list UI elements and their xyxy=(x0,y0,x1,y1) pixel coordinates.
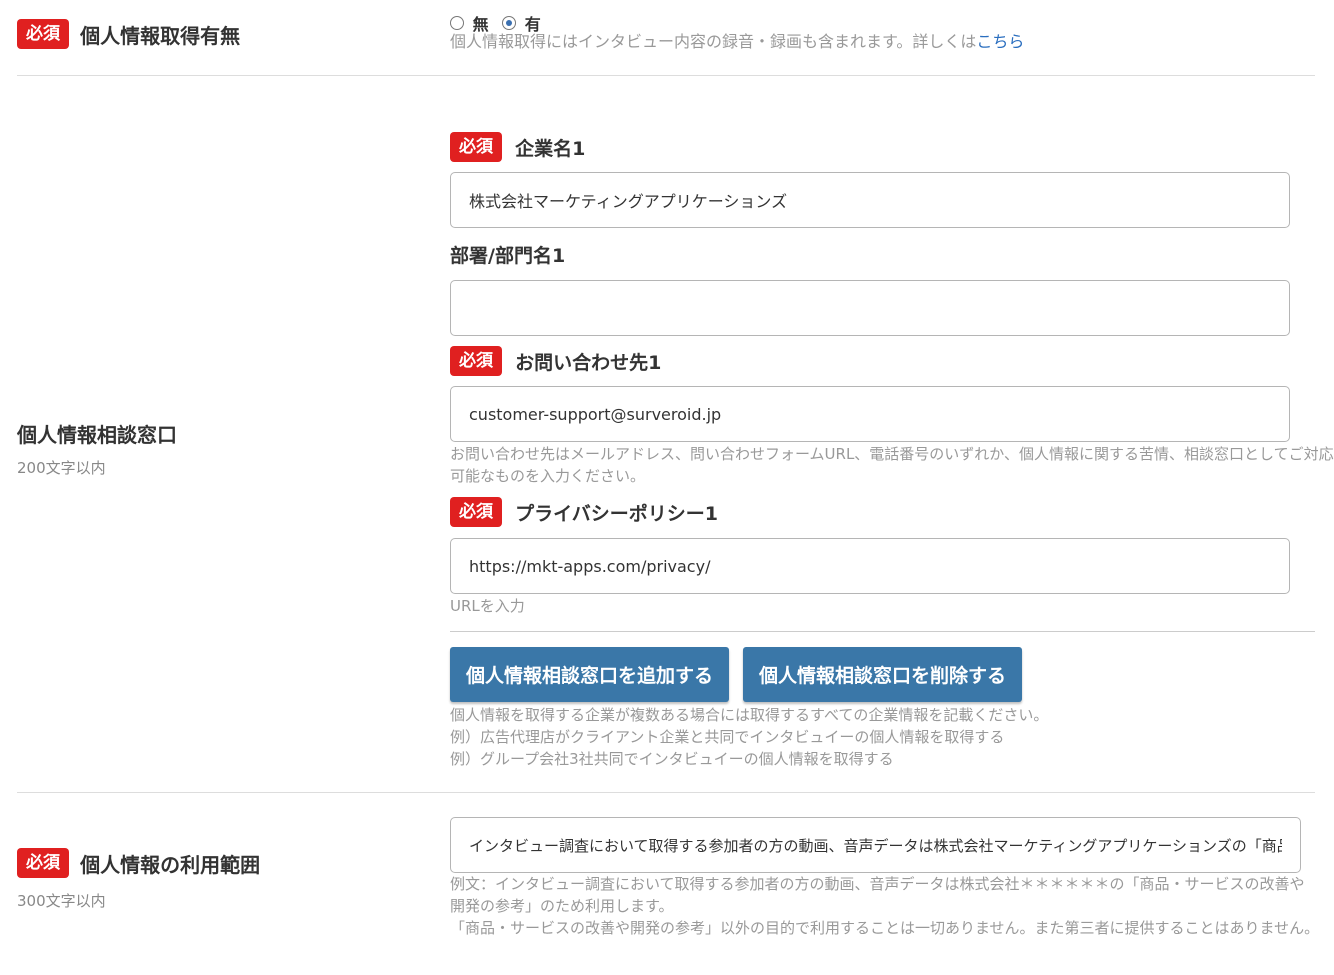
department-label: 部署/部門名1 xyxy=(450,245,566,267)
usage-example-line: 「商品・サービスの改善や開発の参考」以外の目的で利用することは一切ありません。ま… xyxy=(450,919,1320,937)
usage-examples: 例文：インタビュー調査において取得する参加者の方の動画、音声データは株式会社＊＊… xyxy=(450,873,1320,939)
consultation-note: 例）グループ会社3社共同でインタビュイーの個人情報を取得する xyxy=(450,750,894,768)
acquisition-label-row: 必須 個人情報取得有無 xyxy=(17,19,240,49)
consultation-note: 例）広告代理店がクライアント企業と共同でインタビュイーの個人情報を取得する xyxy=(450,728,1005,746)
company-label-row: 必須 企業名1 xyxy=(450,132,585,162)
contact-hint-line1: お問い合わせ先はメールアドレス、問い合わせフォームURL、電話番号のいずれか、個… xyxy=(450,445,1334,463)
contact-label: お問い合わせ先1 xyxy=(515,351,662,374)
required-badge: 必須 xyxy=(450,346,502,376)
consultation-note: 個人情報を取得する企業が複数ある場合には取得するすべての企業情報を記載ください。 xyxy=(450,706,1049,724)
privacy-hint: URLを入力 xyxy=(450,597,525,615)
contact-hint-line2: 可能なものを入力ください。 xyxy=(450,467,646,485)
acquisition-note: 個人情報取得にはインタビュー内容の録音・録画も含まれます。詳しくはこちら xyxy=(450,31,1024,53)
privacy-policy-input[interactable] xyxy=(450,538,1290,594)
radio-no[interactable] xyxy=(450,16,464,30)
required-badge: 必須 xyxy=(450,497,502,527)
privacy-label-row: 必須 プライバシーポリシー1 xyxy=(450,497,718,527)
contact-label-row: 必須 お問い合わせ先1 xyxy=(450,346,661,376)
divider-2 xyxy=(17,792,1315,793)
radio-yes[interactable] xyxy=(502,16,517,30)
consultation-notes: 個人情報を取得する企業が複数ある場合には取得するすべての企業情報を記載ください。… xyxy=(450,704,1048,770)
divider-1 xyxy=(17,75,1315,76)
privacy-label: プライバシーポリシー1 xyxy=(515,502,718,525)
acquisition-label: 個人情報取得有無 xyxy=(80,23,241,48)
usage-label: 個人情報の利用範囲 xyxy=(80,852,261,877)
required-badge: 必須 xyxy=(450,132,502,162)
usage-label-row: 必須 個人情報の利用範囲 xyxy=(17,848,260,878)
acquisition-note-link[interactable]: こちら xyxy=(976,32,1024,51)
usage-example-line: 例文：インタビュー調査において取得する参加者の方の動画、音声データは株式会社＊＊… xyxy=(450,875,1305,893)
consultation-label: 個人情報相談窓口 xyxy=(17,423,177,447)
usage-limit: 300文字以内 xyxy=(17,892,106,910)
department-input[interactable] xyxy=(450,280,1290,336)
delete-consultation-button[interactable]: 個人情報相談窓口を削除する xyxy=(743,647,1022,702)
usage-scope-input[interactable] xyxy=(450,817,1301,873)
consultation-limit: 200文字以内 xyxy=(17,459,106,477)
contact-input[interactable] xyxy=(450,386,1290,442)
acquisition-note-text: 個人情報取得にはインタビュー内容の録音・録画も含まれます。詳しくは xyxy=(450,32,977,51)
company-label: 企業名1 xyxy=(515,137,586,160)
usage-example-line: 開発の参考」のため利用します。 xyxy=(450,897,674,915)
contact-hint: お問い合わせ先はメールアドレス、問い合わせフォームURL、電話番号のいずれか、個… xyxy=(450,443,1334,487)
divider-inner xyxy=(450,631,1315,632)
required-badge: 必須 xyxy=(17,848,69,878)
add-consultation-button[interactable]: 個人情報相談窓口を追加する xyxy=(450,647,729,702)
company-name-input[interactable] xyxy=(450,172,1290,228)
required-badge: 必須 xyxy=(17,19,69,49)
